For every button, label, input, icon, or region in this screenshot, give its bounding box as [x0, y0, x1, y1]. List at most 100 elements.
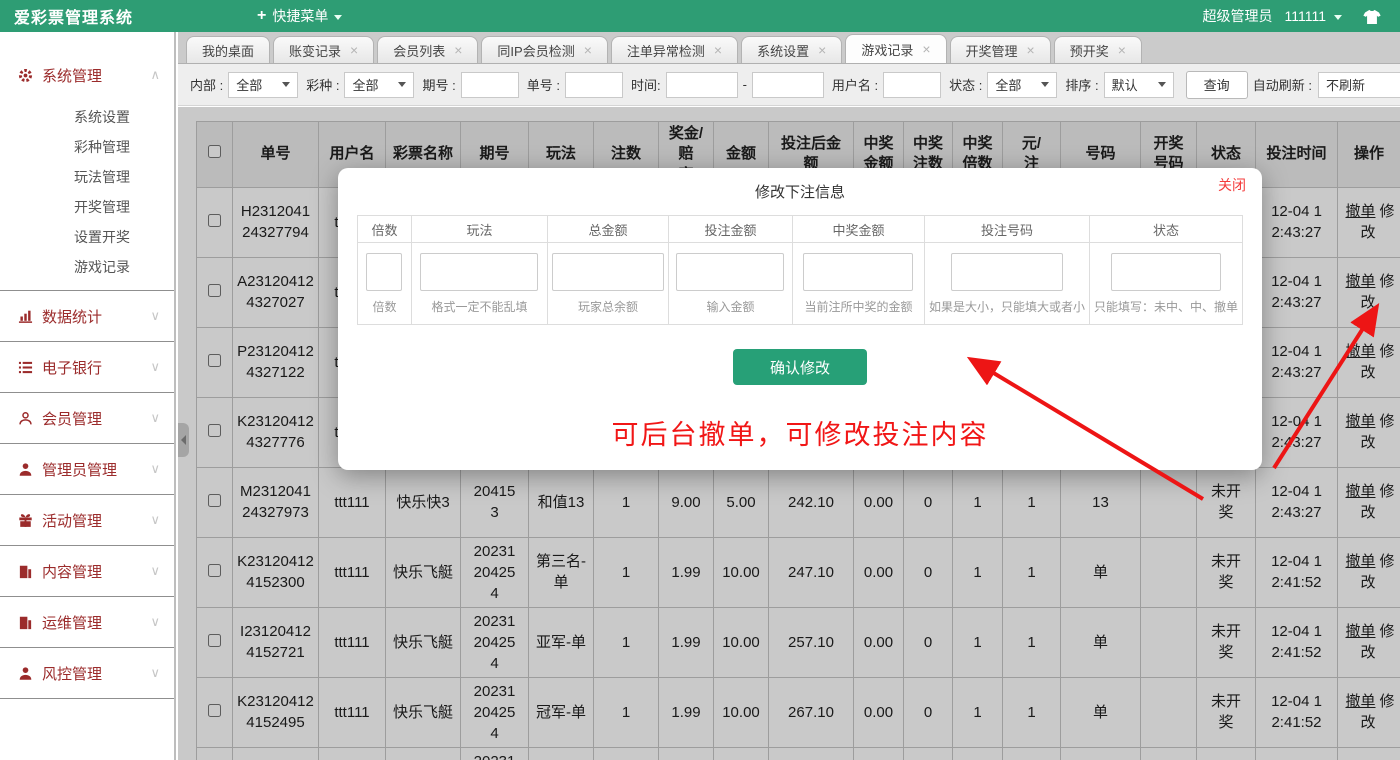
sidebar-item-e-bank[interactable]: 电子银行∨ — [0, 342, 174, 392]
chevron-down-icon: ∨ — [150, 512, 160, 528]
select-arrow-icon — [1041, 82, 1049, 87]
user-outline-icon — [18, 411, 33, 426]
chevron-down-icon: ∨ — [150, 563, 160, 579]
tab-item[interactable]: 预开奖 × — [1054, 36, 1142, 63]
bet-number-input[interactable] — [951, 253, 1063, 291]
sidebar-subitem[interactable]: 系统设置 — [0, 102, 174, 132]
lottery-type-select[interactable]: 全部 — [344, 72, 414, 98]
tab-close-icon[interactable]: × — [922, 42, 930, 56]
filter-label: 用户名 : — [832, 75, 878, 94]
bar-chart-icon — [18, 309, 33, 324]
sidebar-item-admins[interactable]: 管理员管理∨ — [0, 444, 174, 494]
multiplier-field-cell: 倍数 — [357, 243, 411, 325]
sidebar-item-risk[interactable]: 风控管理∨ — [0, 648, 174, 698]
win-amount-input[interactable] — [803, 253, 913, 291]
tab-label: 同IP会员检测 — [497, 41, 574, 60]
bet-amount-input[interactable] — [676, 253, 784, 291]
tab-item[interactable]: 开奖管理× — [950, 36, 1051, 63]
bet-amount-hint: 输入金额 — [673, 298, 788, 315]
multiplier-input[interactable] — [366, 253, 402, 291]
gear-icon — [18, 68, 33, 83]
filter-username: 用户名 : — [832, 72, 941, 98]
filter-internal: 内部 :全部 — [190, 72, 298, 98]
tab-label: 注单异常检测 — [627, 41, 705, 60]
tab-close-icon[interactable]: × — [1027, 43, 1035, 57]
sidebar-subitem[interactable]: 游戏记录 — [0, 252, 174, 282]
time-end-input[interactable] — [752, 72, 824, 98]
sidebar-section-members: 会员管理∨ — [0, 393, 174, 444]
tab-close-icon[interactable]: × — [714, 43, 722, 57]
quick-menu-button[interactable]: + 快捷菜单 — [257, 6, 342, 26]
selected-value: 全部 — [236, 75, 262, 94]
gift-icon — [18, 513, 33, 528]
tab-item[interactable]: 注单异常检测 × — [611, 36, 738, 63]
tab-item[interactable]: 游戏记录× — [845, 34, 946, 63]
tab-item[interactable]: 账变记录× — [273, 36, 374, 63]
modal-field-labels-row: 倍数玩法总金额投注金额中奖金额投注号码状态 — [357, 216, 1242, 243]
sidebar-item-label: 电子银行 — [42, 357, 102, 378]
building-icon — [18, 564, 33, 579]
tab-close-icon[interactable]: × — [454, 43, 462, 57]
sidebar-item-label: 内容管理 — [42, 561, 102, 582]
filter-lottery-type: 彩种 :全部 — [306, 72, 414, 98]
theme-shirt-icon[interactable] — [1362, 7, 1382, 25]
username-input[interactable] — [883, 72, 941, 98]
confirm-modify-button[interactable]: 确认修改 — [733, 349, 867, 385]
selected-value: 全部 — [352, 75, 378, 94]
admin-menu[interactable]: 超级管理员 111111 — [1202, 6, 1342, 26]
sidebar-section-statistics: 数据统计∨ — [0, 291, 174, 342]
select-arrow-icon — [398, 82, 406, 87]
filter-order-no: 单号 : — [527, 72, 623, 98]
search-button[interactable]: 查询 — [1186, 71, 1248, 99]
sidebar-subitem[interactable]: 设置开奖 — [0, 222, 174, 252]
play-label: 玩法 — [411, 216, 547, 243]
filter-label: 时间: — [631, 75, 661, 94]
status-hint: 只能填写：未中、中、撤单 — [1094, 298, 1238, 315]
auto-refresh-select[interactable]: 不刷新 — [1318, 72, 1400, 98]
period-input[interactable] — [461, 72, 519, 98]
range-separator: - — [743, 77, 747, 92]
time-start-input[interactable] — [666, 72, 738, 98]
filter-label: 排序 : — [1065, 75, 1098, 94]
sidebar-subitem[interactable]: 开奖管理 — [0, 192, 174, 222]
sidebar-subitem[interactable]: 彩种管理 — [0, 132, 174, 162]
sidebar-item-statistics[interactable]: 数据统计∨ — [0, 291, 174, 341]
sidebar-item-members[interactable]: 会员管理∨ — [0, 393, 174, 443]
tab-item[interactable]: 我的桌面 — [186, 36, 270, 63]
sidebar-item-contents[interactable]: 内容管理 ∨ — [0, 546, 174, 596]
multiplier-label: 倍数 — [357, 216, 411, 243]
status-label: 状态 — [1090, 216, 1243, 243]
auto-refresh-value: 不刷新 — [1326, 75, 1365, 94]
order-no-input[interactable] — [565, 72, 623, 98]
tab-close-icon[interactable]: × — [1118, 43, 1126, 57]
sidebar-section-activities: 活动管理∨ — [0, 495, 174, 546]
sidebar-item-activities[interactable]: 活动管理∨ — [0, 495, 174, 545]
internal-select[interactable]: 全部 — [228, 72, 298, 98]
status-input[interactable] — [1111, 253, 1221, 291]
sidebar-item-system[interactable]: 系统管理∧ — [0, 50, 174, 100]
status-select[interactable]: 全部 — [987, 72, 1057, 98]
tab-item[interactable]: 系统设置× — [741, 36, 842, 63]
play-input[interactable] — [420, 253, 538, 291]
annotation-text: 可后台撤单，可修改投注内容 — [338, 413, 1262, 452]
sort-select[interactable]: 默认 — [1104, 72, 1174, 98]
filter-label: 状态 : — [949, 75, 982, 94]
sidebar-section-risk: 风控管理∨ — [0, 648, 174, 699]
tab-close-icon[interactable]: × — [818, 43, 826, 57]
sidebar-submenu: 系统设置彩种管理玩法管理开奖管理设置开奖游戏记录 — [0, 100, 174, 290]
selected-value: 默认 — [1112, 75, 1138, 94]
tab-close-icon[interactable]: × — [350, 43, 358, 57]
sidebar: 系统管理∧系统设置彩种管理玩法管理开奖管理设置开奖游戏记录数据统计∨电子银行∨会… — [0, 32, 176, 760]
sidebar-item-operations[interactable]: 运维管理∨ — [0, 597, 174, 647]
bet-amount-field-cell: 输入金额 — [668, 243, 792, 325]
tab-item[interactable]: 同IP会员检测 × — [481, 36, 607, 63]
bet-number-field-cell: 如果是大小，只能填大或者小 — [924, 243, 1089, 325]
total-amount-input[interactable] — [552, 253, 664, 291]
tab-label: 预开奖 — [1070, 41, 1109, 60]
tab-close-icon[interactable]: × — [584, 43, 592, 57]
tab-item[interactable]: 会员列表× — [377, 36, 478, 63]
modal-close-button[interactable]: 关闭 — [1218, 175, 1246, 195]
win-amount-hint: 当前注所中奖的金额 — [797, 298, 920, 315]
chevron-down-icon: ∨ — [150, 461, 160, 477]
sidebar-subitem[interactable]: 玩法管理 — [0, 162, 174, 192]
